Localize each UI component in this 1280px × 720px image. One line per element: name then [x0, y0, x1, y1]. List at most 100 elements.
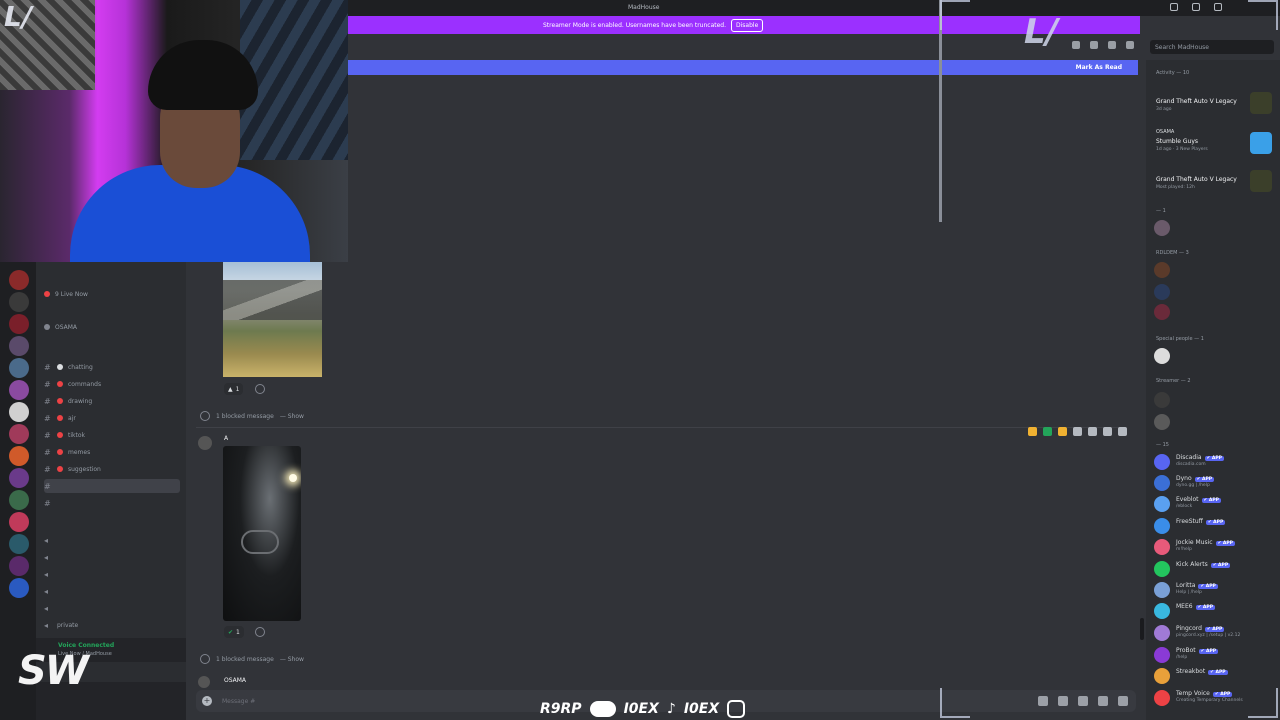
speaker-icon: ◂	[44, 603, 49, 613]
server-icon[interactable]	[9, 556, 29, 576]
member-row[interactable]	[1154, 282, 1278, 300]
member-row-app[interactable]: FreeStuff ✔ APP	[1154, 516, 1278, 534]
channel-selected[interactable]: #	[44, 479, 180, 493]
gift-icon[interactable]	[1038, 696, 1048, 706]
help-icon[interactable]	[1214, 3, 1222, 11]
server-icon[interactable]	[9, 358, 29, 378]
server-icon[interactable]	[9, 292, 29, 312]
server-icon[interactable]	[9, 468, 29, 488]
member-row-app[interactable]: Kick Alerts ✔ APP	[1154, 559, 1278, 577]
new-messages-bar[interactable]: Mark As Read	[348, 60, 1138, 75]
server-icon[interactable]	[9, 402, 29, 422]
chat-scrollbar[interactable]	[1140, 618, 1144, 640]
server-icon[interactable]	[9, 512, 29, 532]
video-attachment[interactable]	[223, 446, 301, 621]
member-row[interactable]	[1154, 260, 1278, 278]
activity-card[interactable]: Grand Theft Auto V Legacy 3d ago	[1154, 88, 1278, 122]
avatar[interactable]	[198, 436, 212, 450]
inbox-icon[interactable]	[1170, 3, 1178, 11]
gif-icon[interactable]	[1058, 696, 1068, 706]
add-reaction-icon[interactable]	[1073, 427, 1082, 436]
bot-avatar	[1154, 496, 1170, 512]
emoji-icon[interactable]	[1098, 696, 1108, 706]
channel-ajr[interactable]: # ajr	[44, 411, 180, 425]
member-row-app[interactable]: Eveblot ✔ APP/eblock	[1154, 494, 1278, 512]
voice-channel-row[interactable]: ◂	[44, 601, 180, 615]
hash-icon: #	[44, 447, 51, 457]
app-badge: ✔ APP	[1204, 456, 1224, 461]
member-row[interactable]	[1154, 302, 1278, 320]
member-row-app[interactable]: Streakbot ✔ APP	[1154, 666, 1278, 684]
thumbs-up-icon[interactable]	[1058, 427, 1067, 436]
disable-streamer-mode-button[interactable]: Disable	[731, 19, 764, 32]
avatar[interactable]	[198, 676, 210, 688]
apps-icon[interactable]	[1118, 696, 1128, 706]
server-icon[interactable]	[9, 534, 29, 554]
member-list-icon[interactable]	[1126, 41, 1134, 49]
reaction-pill[interactable]: ▲ 1	[224, 383, 244, 395]
channel-chatting[interactable]: # chatting	[44, 360, 180, 374]
member-row-app[interactable]: ProBot ✔ APP/help	[1154, 645, 1278, 663]
member-row-app[interactable]: Dyno ✔ APP dyno.gg | /help	[1154, 473, 1278, 491]
channel-emoji-icon	[57, 398, 63, 404]
mark-as-read-button[interactable]: Mark As Read	[1076, 64, 1122, 71]
app-badge: ✔ APP	[1208, 670, 1228, 675]
server-icon[interactable]	[9, 270, 29, 290]
member-row-app[interactable]: Jockie Music ✔ APP m!help	[1154, 537, 1278, 555]
member-row-app[interactable]: Discadia ✔ APP discadia.com	[1154, 452, 1278, 470]
member-row-app[interactable]: Pingcord ✔ APP pingcord.xyz | /setup | v2.…	[1154, 623, 1278, 641]
activity-header: Activity — 10	[1156, 70, 1190, 76]
channel-row[interactable]: 9 Live Now	[44, 287, 180, 301]
server-icon[interactable]	[9, 380, 29, 400]
author-name[interactable]: OSAMA	[224, 677, 246, 684]
search-input[interactable]: Search MadHouse	[1150, 40, 1274, 54]
server-icon[interactable]	[9, 578, 29, 598]
member-row[interactable]	[1154, 390, 1278, 408]
server-icon[interactable]	[9, 314, 29, 334]
channel-drawing[interactable]: # drawing	[44, 394, 180, 408]
window-icon[interactable]	[1192, 3, 1200, 11]
channel-memes[interactable]: # memes	[44, 445, 180, 459]
add-reaction-icon[interactable]	[255, 627, 265, 637]
reaction-pill[interactable]: ✔ 1	[224, 626, 244, 638]
reply-icon[interactable]	[1088, 427, 1097, 436]
voice-channel-row[interactable]: ◂	[44, 550, 180, 564]
show-blocked-link[interactable]: — Show	[280, 656, 304, 663]
check-react-icon[interactable]	[1043, 427, 1052, 436]
pin-icon[interactable]	[1108, 41, 1116, 49]
activity-card[interactable]: OSAMA Stumble Guys 1d ago · 3 New Player…	[1154, 128, 1278, 162]
voice-user-row[interactable]: OSAMA	[44, 320, 180, 334]
member-row-app[interactable]: MEE6 ✔ APP	[1154, 601, 1278, 619]
emoji-react-icon[interactable]	[1028, 427, 1037, 436]
member-row[interactable]	[1154, 346, 1278, 364]
plus-icon[interactable]: +	[202, 696, 212, 706]
channel-tiktok[interactable]: # tiktok	[44, 428, 180, 442]
server-icon[interactable]	[9, 424, 29, 444]
channel-commands[interactable]: # commands	[44, 377, 180, 391]
server-icon[interactable]	[9, 446, 29, 466]
voice-channel-row[interactable]: ◂	[44, 584, 180, 598]
member-row[interactable]	[1154, 218, 1278, 236]
voice-channel-row[interactable]: ◂	[44, 533, 180, 547]
threads-icon[interactable]	[1072, 41, 1080, 49]
member-row-app[interactable]: Loritta ✔ APP Help | /help	[1154, 580, 1278, 598]
voice-channel-row[interactable]: ◂	[44, 567, 180, 581]
member-name: ProBot	[1176, 647, 1196, 654]
forward-icon[interactable]	[1103, 427, 1112, 436]
bot-avatar	[1154, 625, 1170, 641]
activity-card[interactable]: Grand Theft Auto V Legacy Most played: 1…	[1154, 166, 1278, 200]
author-name[interactable]: A	[224, 435, 228, 442]
more-icon[interactable]	[1118, 427, 1127, 436]
member-row[interactable]	[1154, 412, 1278, 430]
notification-bell-icon[interactable]	[1090, 41, 1098, 49]
server-icon[interactable]	[9, 490, 29, 510]
sticker-icon[interactable]	[1078, 696, 1088, 706]
activity-game: Stumble Guys	[1156, 138, 1199, 145]
add-reaction-icon[interactable]	[255, 384, 265, 394]
channel-suggestion[interactable]: # suggestion	[44, 462, 180, 476]
server-icon[interactable]	[9, 336, 29, 356]
channel-row[interactable]: #	[44, 496, 180, 510]
show-blocked-link[interactable]: — Show	[280, 413, 304, 420]
image-attachment[interactable]	[223, 262, 322, 377]
voice-channel-private[interactable]: ◂ private	[44, 618, 180, 632]
